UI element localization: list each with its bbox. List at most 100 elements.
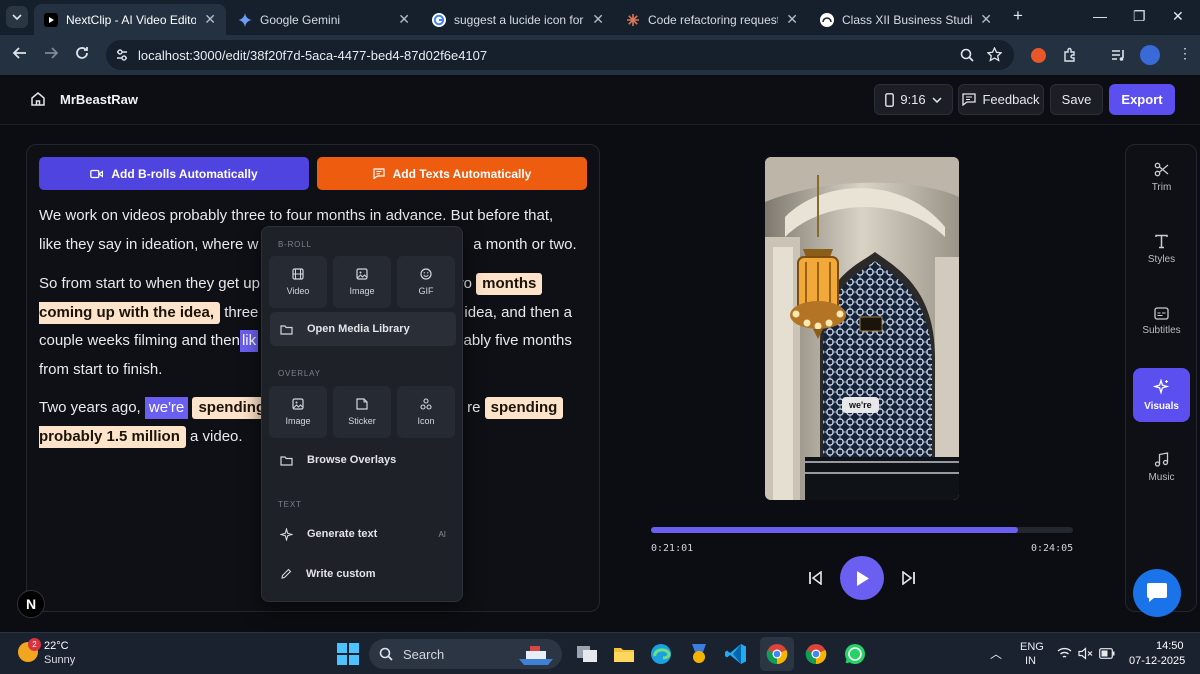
sidebar-item-trim[interactable]: Trim — [1133, 150, 1190, 204]
chevron-down-icon — [12, 14, 22, 20]
add-texts-button[interactable]: Add Texts Automatically — [317, 157, 587, 190]
new-tab-button[interactable]: + — [1013, 6, 1023, 26]
search-highlight-boat-icon — [519, 646, 553, 665]
volume-muted-icon[interactable] — [1078, 647, 1093, 660]
claude-favicon — [627, 13, 639, 26]
clock-time[interactable]: 14:50 — [1156, 640, 1184, 652]
windows-start-icon[interactable] — [337, 643, 359, 665]
image-icon — [292, 398, 304, 410]
tab-gemini[interactable]: Google Gemini ✕ — [228, 4, 420, 35]
add-brolls-button[interactable]: Add B-rolls Automatically — [39, 157, 309, 190]
tab-search-button[interactable] — [6, 6, 28, 28]
weather-text: Sunny — [44, 654, 76, 666]
video-preview[interactable]: we're — [765, 157, 959, 500]
restore-button[interactable]: ❐ — [1133, 8, 1146, 25]
file-explorer-icon[interactable] — [609, 639, 639, 669]
generate-text-option[interactable]: Generate text AI — [270, 517, 456, 551]
video-icon — [90, 169, 104, 178]
pencil-icon — [281, 568, 292, 579]
battery-icon[interactable] — [1099, 648, 1115, 659]
close-icon[interactable]: ✕ — [398, 11, 410, 28]
progress-track[interactable] — [651, 527, 1073, 533]
sidebar-item-styles[interactable]: Styles — [1133, 222, 1190, 276]
caption-overlay[interactable]: we're — [842, 397, 879, 413]
back-arrow-icon[interactable] — [12, 45, 28, 61]
sidebar-item-subtitles[interactable]: Subtitles — [1133, 294, 1190, 348]
minimize-button[interactable]: — — [1093, 8, 1107, 24]
vscode-icon[interactable] — [721, 639, 751, 669]
overlay-sticker-option[interactable]: Sticker — [333, 386, 391, 438]
browse-overlays-option[interactable]: Browse Overlays — [270, 443, 456, 477]
film-icon — [292, 268, 304, 280]
whatsapp-icon[interactable] — [840, 639, 870, 669]
wifi-icon[interactable] — [1057, 647, 1072, 660]
text-highlight[interactable]: coming up with the idea, — [39, 301, 221, 324]
save-button[interactable]: Save — [1050, 84, 1103, 115]
close-icon[interactable]: ✕ — [786, 11, 798, 28]
app-medal-icon[interactable] — [684, 639, 714, 669]
text-highlight[interactable]: spending — [484, 397, 564, 419]
selected-word[interactable]: lik — [239, 330, 259, 352]
extensions-puzzle-icon[interactable] — [1062, 47, 1078, 63]
profile-avatar[interactable] — [1140, 45, 1160, 65]
tab-google-search[interactable]: suggest a lucide icon for Op ✕ — [422, 4, 614, 35]
overlay-icon-option[interactable]: Icon — [397, 386, 455, 438]
broll-gif-option[interactable]: GIF — [397, 256, 455, 308]
section-heading: OVERLAY — [278, 369, 321, 378]
extension-icon[interactable] — [1031, 48, 1046, 63]
broll-image-option[interactable]: Image — [333, 256, 391, 308]
chat-bubble-icon — [1147, 583, 1167, 602]
skip-forward-icon[interactable] — [900, 571, 916, 585]
nextjs-dev-indicator[interactable]: N — [17, 590, 45, 618]
write-custom-option[interactable]: Write custom — [270, 557, 456, 591]
feedback-button[interactable]: Feedback — [958, 84, 1044, 115]
language-code[interactable]: ENG — [1020, 641, 1044, 653]
site-info-icon[interactable] — [115, 48, 129, 62]
task-view-icon[interactable] — [572, 639, 602, 669]
sidebar-item-music[interactable]: Music — [1133, 440, 1190, 494]
project-name: MrBeastRaw — [60, 92, 139, 107]
tab-claude[interactable]: Code refactoring request - C ✕ — [616, 4, 808, 35]
export-button[interactable]: Export — [1109, 84, 1175, 115]
taskbar-search[interactable]: Search — [369, 639, 562, 669]
aspect-ratio-select[interactable]: 9:16 — [874, 84, 953, 115]
zoom-icon[interactable] — [960, 48, 974, 62]
section-heading: B-ROLL — [278, 240, 312, 249]
section-heading: TEXT — [278, 500, 302, 509]
selected-word[interactable]: we're — [144, 397, 189, 419]
weather-badge: 2 — [28, 638, 41, 651]
folder-open-icon — [280, 324, 293, 335]
bookmark-star-icon[interactable] — [987, 47, 1002, 62]
media-controls-icon[interactable] — [1110, 47, 1126, 63]
skip-back-icon[interactable] — [808, 571, 824, 585]
windows-taskbar: 2 22°C Sunny Search ︿ ENG IN 14:50 07-12… — [0, 632, 1200, 674]
gemini-favicon — [238, 12, 252, 27]
chevron-up-icon[interactable]: ︿ — [990, 645, 1002, 662]
url-text: localhost:3000/edit/38f20f7d-5aca-4477-b… — [138, 47, 488, 63]
chat-support-button[interactable] — [1133, 569, 1181, 617]
home-icon[interactable] — [30, 91, 46, 107]
open-media-library-option[interactable]: Open Media Library — [270, 312, 456, 346]
close-window-button[interactable]: ✕ — [1172, 8, 1184, 25]
close-icon[interactable]: ✕ — [980, 11, 992, 28]
edge-icon[interactable] — [646, 639, 676, 669]
text-highlight[interactable]: spending — [192, 397, 272, 419]
overlay-image-option[interactable]: Image — [269, 386, 327, 438]
tab-class-xii[interactable]: Class XII Business Studies M ✕ — [810, 4, 1002, 35]
address-bar[interactable]: localhost:3000/edit/38f20f7d-5aca-4477-b… — [106, 40, 1014, 70]
browser-menu-icon[interactable]: ⋮ — [1178, 45, 1192, 62]
sidebar-item-visuals[interactable]: Visuals — [1133, 368, 1190, 422]
text-highlight[interactable]: probably 1.5 million — [39, 425, 186, 448]
play-button[interactable] — [840, 556, 884, 600]
chrome-profile-icon[interactable] — [801, 639, 831, 669]
tab-nextclip[interactable]: NextClip - AI Video Editor fo ✕ — [34, 4, 226, 35]
close-icon[interactable]: ✕ — [592, 11, 604, 28]
close-icon[interactable]: ✕ — [204, 11, 216, 28]
chrome-icon[interactable] — [760, 637, 794, 671]
search-icon — [379, 647, 393, 661]
text-highlight[interactable]: months — [476, 273, 543, 295]
reload-icon[interactable] — [74, 45, 90, 61]
clock-date: 07-12-2025 — [1129, 655, 1186, 667]
forward-arrow-icon[interactable] — [43, 45, 59, 61]
broll-video-option[interactable]: Video — [269, 256, 327, 308]
